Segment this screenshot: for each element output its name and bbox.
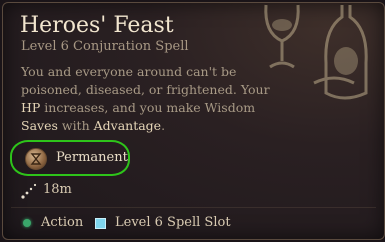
spell-slot-icon (95, 218, 106, 229)
spell-slot-cost-label: Level 6 Spell Slot (115, 215, 231, 230)
description-period: . (161, 118, 166, 133)
range-dots-icon (21, 183, 37, 199)
spell-description: You and everyone around can't be poisone… (21, 63, 321, 135)
action-dot-icon (23, 219, 31, 227)
description-with: with (57, 118, 94, 133)
hourglass-coin-icon (25, 148, 47, 170)
spell-tooltip: Heroes' Feast Level 6 Conjuration Spell … (2, 2, 385, 240)
spell-subtitle: Level 6 Conjuration Spell (21, 39, 189, 54)
advantage-keyword-link[interactable]: Advantage (94, 118, 161, 133)
range-label: 18m (43, 182, 72, 197)
hp-keyword-link[interactable]: HP (21, 100, 40, 115)
duration-label: Permanent (56, 150, 128, 165)
saves-keyword-link[interactable]: Saves (21, 118, 58, 133)
divider (11, 207, 376, 208)
duration-row[interactable]: Permanent (10, 140, 130, 176)
description-line-1: You and everyone around can't be (21, 64, 237, 79)
description-line-3: increases, and you make Wisdom (40, 100, 256, 115)
description-line-2: poisoned, diseased, or frightened. Your (21, 82, 270, 97)
spell-title: Heroes' Feast (20, 13, 174, 38)
action-cost-label: Action (41, 215, 84, 230)
